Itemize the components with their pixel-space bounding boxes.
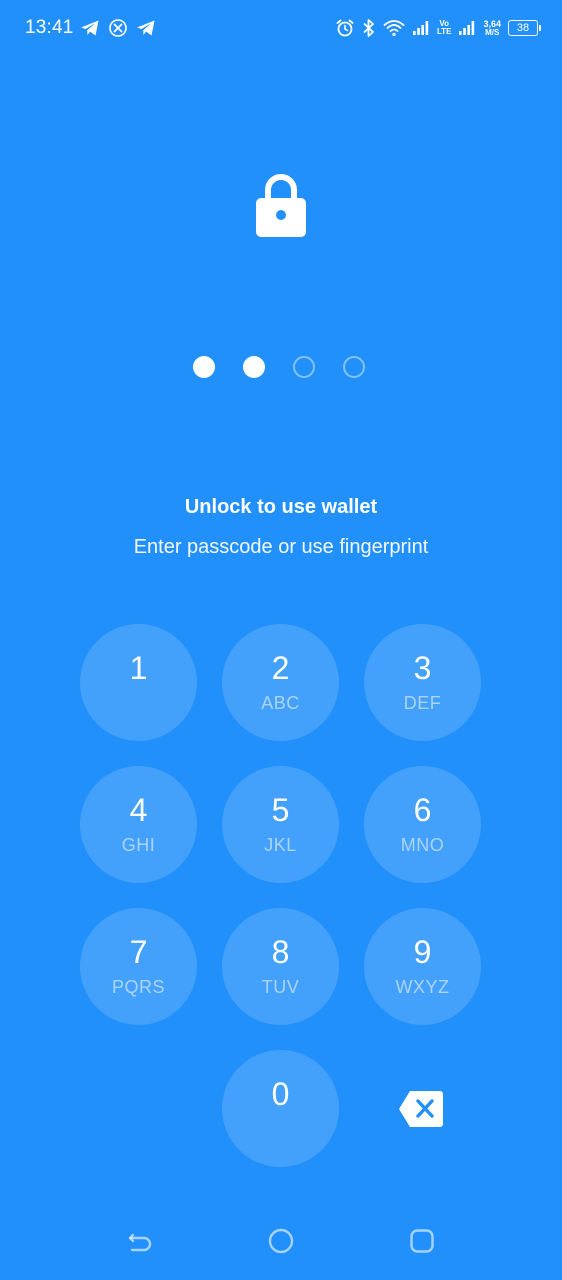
key-0[interactable]: 0: [222, 1050, 339, 1167]
key-4[interactable]: 4 GHI: [80, 766, 197, 883]
key-letters: WXYZ: [395, 977, 450, 997]
passcode-dots: [193, 356, 369, 382]
backspace-icon[interactable]: [398, 1090, 444, 1128]
key-digit: 5: [271, 792, 290, 828]
x-app-icon: [109, 19, 127, 37]
alarm-icon: [336, 19, 354, 37]
passcode-dot-empty: [343, 356, 365, 378]
key-2[interactable]: 2 ABC: [222, 624, 339, 741]
status-time: 13:41: [25, 17, 74, 38]
key-9[interactable]: 9 WXYZ: [364, 908, 481, 1025]
key-digit: 1: [129, 650, 148, 686]
volte-bottom: LTE: [436, 27, 452, 36]
key-digit: 6: [413, 792, 432, 828]
key-digit: 4: [129, 792, 148, 828]
page-subtitle: Enter passcode or use fingerprint: [133, 536, 429, 558]
key-digit: 8: [271, 934, 290, 970]
key-letters: JKL: [264, 835, 297, 855]
key-6[interactable]: 6 MNO: [364, 766, 481, 883]
passcode-dot-empty: [293, 356, 315, 378]
battery-level: 38: [516, 22, 530, 34]
key-letters: GHI: [121, 835, 156, 855]
recents-icon[interactable]: [408, 1227, 436, 1255]
telegram-icon: [137, 20, 155, 36]
key-8[interactable]: 8 TUV: [222, 908, 339, 1025]
key-digit: 9: [413, 934, 432, 970]
key-3[interactable]: 3 DEF: [364, 624, 481, 741]
wifi-icon: [383, 20, 405, 37]
lock-icon: [256, 174, 306, 237]
key-digit: 3: [413, 650, 432, 686]
key-digit: 2: [271, 650, 290, 686]
telegram-icon: [81, 20, 99, 36]
home-icon[interactable]: [267, 1227, 295, 1255]
signal-icon: [459, 21, 475, 35]
status-bar: 13:41 Vo LTE 3,64 M/S 38: [0, 0, 562, 56]
network-speed-unit: M/S: [485, 27, 500, 37]
network-speed: 3,64 M/S: [483, 19, 501, 37]
key-letters: PQRS: [111, 977, 165, 997]
page-title: Unlock to use wallet: [184, 496, 378, 518]
key-digit: 0: [271, 1076, 290, 1112]
key-1[interactable]: 1: [80, 624, 197, 741]
status-left-icons: [80, 17, 156, 39]
volte-icon: Vo LTE: [437, 20, 452, 36]
key-letters: MNO: [400, 835, 445, 855]
signal-icon: [412, 21, 429, 35]
key-letters: TUV: [261, 977, 300, 997]
status-right-icons: Vo LTE 3,64 M/S 38: [335, 16, 541, 40]
key-5[interactable]: 5 JKL: [222, 766, 339, 883]
key-letters: ABC: [261, 693, 300, 713]
battery-icon: 38: [508, 20, 541, 36]
key-letters: DEF: [403, 693, 442, 713]
bluetooth-icon: [363, 19, 374, 37]
back-icon[interactable]: [126, 1227, 154, 1255]
passcode-dot-filled: [193, 356, 215, 378]
passcode-dot-filled: [243, 356, 265, 378]
key-7[interactable]: 7 PQRS: [80, 908, 197, 1025]
key-digit: 7: [129, 934, 148, 970]
